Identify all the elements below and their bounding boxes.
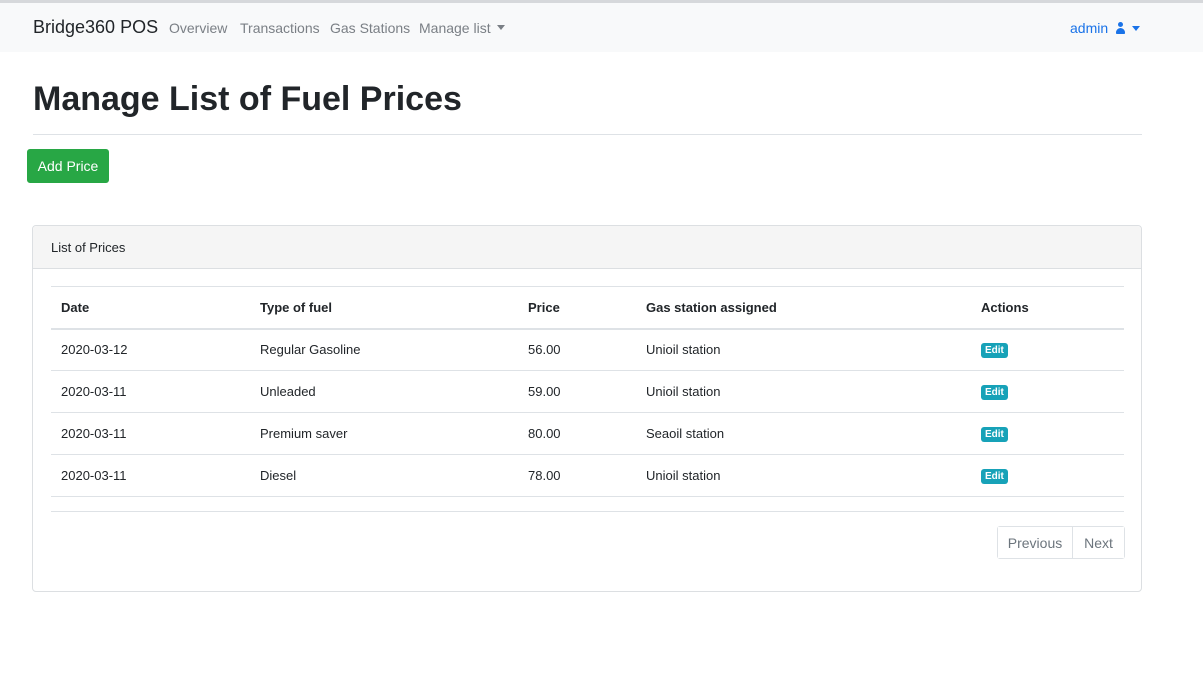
- cell-date: 2020-03-11: [51, 370, 250, 413]
- cell-price: 56.00: [518, 328, 636, 371]
- column-header-price[interactable]: Price: [518, 286, 636, 330]
- cell-gas-station: Unioil station: [636, 370, 971, 413]
- table-row: 2020-03-11 Unleaded 59.00 Unioil station…: [51, 370, 1124, 413]
- column-header-fuel-type[interactable]: Type of fuel: [250, 286, 518, 330]
- cell-actions: Edit: [971, 454, 1124, 497]
- brand-link[interactable]: Bridge360 POS: [33, 17, 158, 38]
- pagination-next-button[interactable]: Next: [1073, 527, 1124, 558]
- table-row: 2020-03-11 Premium saver 80.00 Seaoil st…: [51, 412, 1124, 455]
- edit-button[interactable]: Edit: [981, 469, 1008, 484]
- prices-table: Date Type of fuel Price Gas station assi…: [51, 286, 1124, 497]
- cell-price: 59.00: [518, 370, 636, 413]
- pagination: Previous Next: [997, 526, 1125, 559]
- user-icon: [1115, 22, 1126, 34]
- cell-fuel-type: Regular Gasoline: [250, 328, 518, 371]
- cell-actions: Edit: [971, 370, 1124, 413]
- cell-date: 2020-03-11: [51, 454, 250, 497]
- nav-overview[interactable]: Overview: [169, 20, 227, 36]
- title-divider: [33, 134, 1142, 135]
- table-footer-divider: [51, 511, 1124, 512]
- cell-price: 80.00: [518, 412, 636, 455]
- cell-fuel-type: Diesel: [250, 454, 518, 497]
- pagination-previous-button[interactable]: Previous: [998, 527, 1073, 558]
- edit-button[interactable]: Edit: [981, 427, 1008, 442]
- nav-gas-stations[interactable]: Gas Stations: [330, 20, 410, 36]
- cell-actions: Edit: [971, 328, 1124, 371]
- chevron-down-icon: [496, 25, 505, 31]
- cell-fuel-type: Unleaded: [250, 370, 518, 413]
- page-title: Manage List of Fuel Prices: [33, 80, 462, 118]
- table-header-row: Date Type of fuel Price Gas station assi…: [51, 286, 1124, 330]
- column-header-date[interactable]: Date: [51, 286, 250, 330]
- navbar: Bridge360 POS Overview Transactions Gas …: [0, 3, 1203, 52]
- nav-manage-list-label: Manage list: [419, 20, 491, 36]
- user-menu-dropdown[interactable]: admin: [1070, 20, 1141, 36]
- chevron-down-icon: [1132, 25, 1141, 31]
- user-name: admin: [1070, 20, 1109, 36]
- prices-card: List of Prices Date Type of fuel Price G…: [32, 225, 1142, 592]
- cell-fuel-type: Premium saver: [250, 412, 518, 455]
- cell-price: 78.00: [518, 454, 636, 497]
- edit-button[interactable]: Edit: [981, 343, 1008, 359]
- column-header-gas-station[interactable]: Gas station assigned: [636, 286, 971, 330]
- card-header: List of Prices: [33, 226, 1141, 269]
- card-header-title: List of Prices: [51, 240, 126, 255]
- edit-button[interactable]: Edit: [981, 385, 1008, 400]
- add-price-button[interactable]: Add Price: [27, 149, 109, 183]
- table-row: 2020-03-11 Diesel 78.00 Unioil station E…: [51, 454, 1124, 497]
- cell-actions: Edit: [971, 412, 1124, 455]
- nav-transactions[interactable]: Transactions: [240, 20, 320, 36]
- cell-date: 2020-03-12: [51, 328, 250, 371]
- cell-gas-station: Unioil station: [636, 328, 971, 371]
- column-header-actions: Actions: [971, 286, 1124, 330]
- cell-date: 2020-03-11: [51, 412, 250, 455]
- cell-gas-station: Seaoil station: [636, 412, 971, 455]
- cell-gas-station: Unioil station: [636, 454, 971, 497]
- table-row: 2020-03-12 Regular Gasoline 56.00 Unioil…: [51, 328, 1124, 371]
- nav-manage-list-dropdown[interactable]: Manage list: [419, 20, 505, 36]
